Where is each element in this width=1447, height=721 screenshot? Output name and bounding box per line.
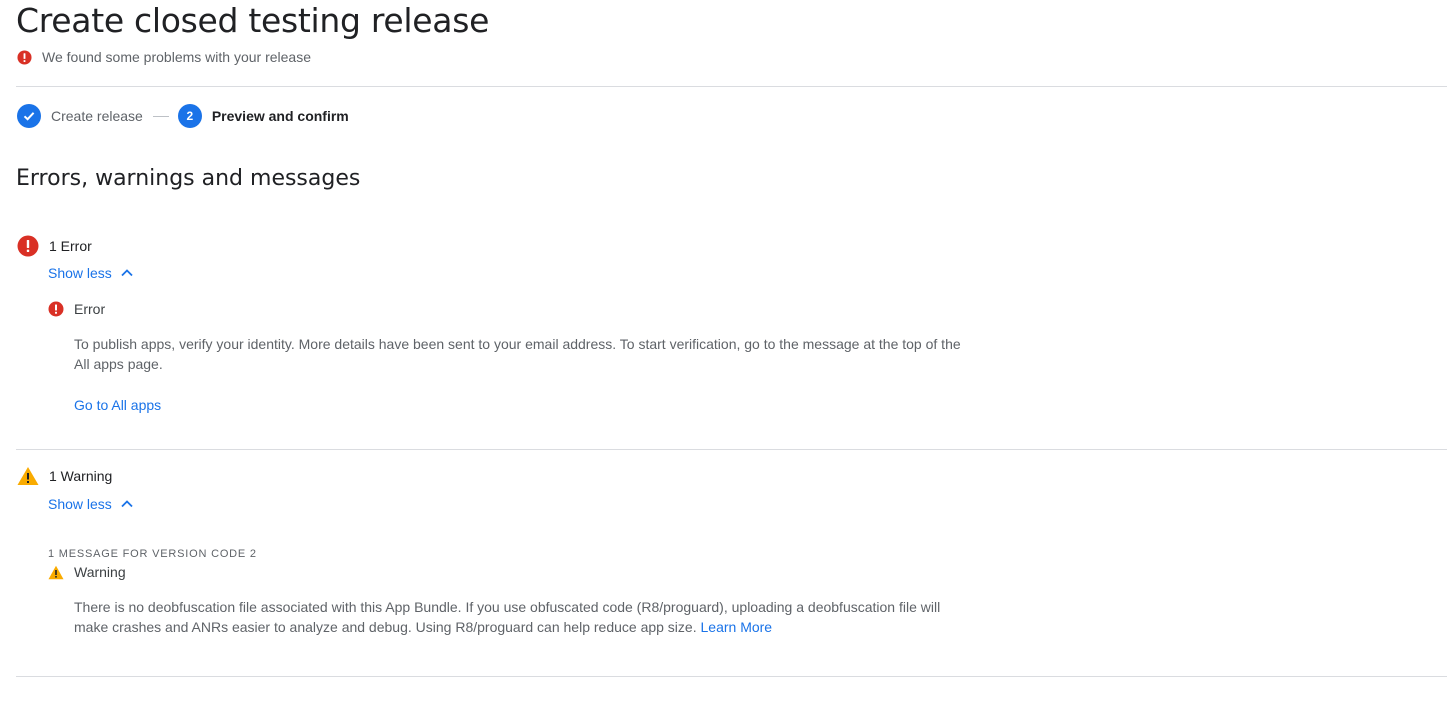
error-message: To publish apps, verify your identity. M… [74, 336, 961, 372]
problem-banner: We found some problems with your release [17, 49, 311, 65]
warning-item-title: Warning [74, 564, 126, 580]
bottom-divider [16, 676, 1447, 677]
error-summary-label: 1 Error [49, 238, 92, 254]
section-title: Errors, warnings and messages [16, 166, 361, 191]
step-preview-and-confirm[interactable]: 2 Preview and confirm [177, 104, 349, 128]
warning-message-text: There is no deobfuscation file associate… [74, 599, 941, 635]
page: Create closed testing release We found s… [0, 0, 1447, 721]
warning-summary: 1 Warning [17, 466, 112, 486]
warning-show-less-toggle[interactable]: Show less [48, 496, 134, 512]
error-show-less-toggle[interactable]: Show less [48, 265, 134, 281]
show-less-label: Show less [48, 265, 112, 281]
version-label: 1 MESSAGE FOR VERSION CODE 2 [48, 548, 257, 560]
warning-icon [17, 466, 39, 486]
section-divider [16, 449, 1447, 450]
chevron-up-icon [120, 266, 134, 280]
warning-message: There is no deobfuscation file associate… [74, 597, 964, 637]
problem-text: We found some problems with your release [42, 49, 311, 65]
error-summary: 1 Error [17, 235, 92, 257]
show-less-label: Show less [48, 496, 112, 512]
step-create-release[interactable]: Create release [17, 104, 143, 128]
step-label: Create release [51, 108, 143, 124]
step-connector [152, 115, 169, 117]
warning-item-header: Warning [48, 564, 126, 580]
error-item-title: Error [74, 301, 106, 317]
error-icon [48, 301, 64, 317]
error-icon [17, 235, 39, 257]
step-number: 2 [177, 104, 202, 128]
header-divider [16, 86, 1447, 87]
chevron-up-icon [120, 497, 134, 511]
warning-icon [48, 565, 64, 580]
page-title: Create closed testing release [16, 1, 490, 40]
go-to-all-apps-link[interactable]: Go to All apps [74, 397, 161, 413]
warning-summary-label: 1 Warning [49, 468, 113, 484]
error-icon [17, 49, 32, 65]
stepper: Create release 2 Preview and confirm [17, 104, 349, 128]
error-item-header: Error [48, 301, 105, 317]
step-label: Preview and confirm [211, 108, 349, 124]
check-icon [17, 104, 41, 128]
learn-more-link[interactable]: Learn More [701, 619, 773, 635]
